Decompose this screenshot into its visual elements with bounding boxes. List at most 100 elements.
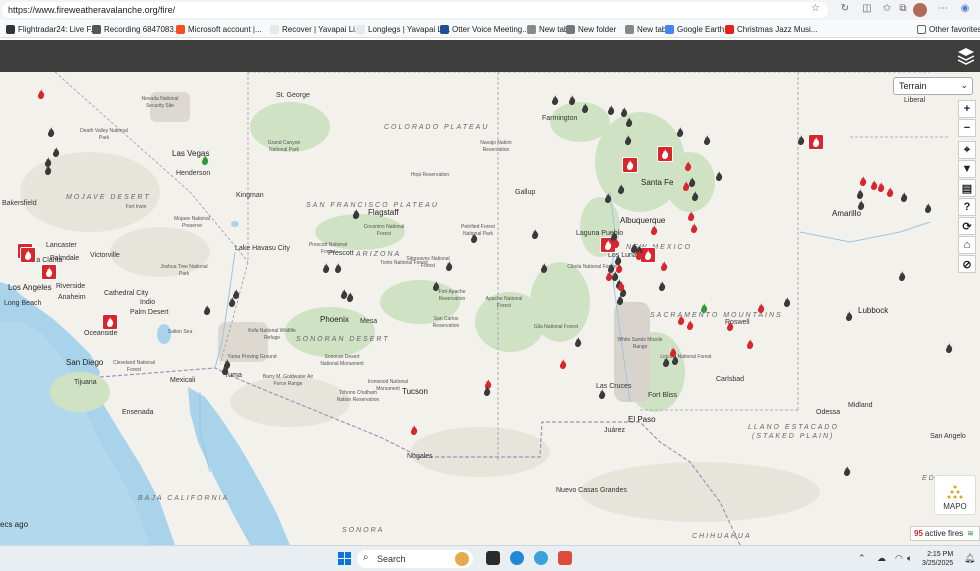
fire-marker[interactable] (783, 294, 791, 307)
fire-marker[interactable] (620, 104, 628, 117)
locate-me-button[interactable]: ⌖ (958, 141, 976, 159)
mapo-logo[interactable]: MAPO (934, 475, 976, 515)
fire-marker[interactable] (797, 132, 805, 145)
bookmark-item[interactable]: Google Earth (665, 23, 724, 35)
fire-marker[interactable] (470, 230, 478, 243)
favorites-icon[interactable]: ✩ (880, 3, 894, 14)
url-bar[interactable]: https://www.fireweatheravalanche.org/fir… (2, 2, 828, 18)
fire-marker[interactable] (551, 92, 559, 105)
fire-marker[interactable] (945, 340, 953, 353)
zoom-out-button[interactable]: − (958, 119, 976, 137)
large-fire-marker[interactable] (41, 264, 57, 280)
fire-marker[interactable] (700, 300, 708, 313)
fire-marker[interactable] (877, 179, 885, 192)
fire-marker[interactable] (201, 152, 209, 165)
profile-avatar[interactable] (913, 3, 927, 17)
fire-marker[interactable] (684, 158, 692, 171)
fire-marker[interactable] (845, 308, 853, 321)
fire-marker[interactable] (688, 174, 696, 187)
notifications-icon[interactable]: 🔔︎ (964, 553, 975, 564)
fire-marker[interactable] (857, 197, 865, 210)
bookmark-item[interactable]: Recover | Yavapai Li... (270, 23, 362, 35)
fire-marker[interactable] (686, 317, 694, 330)
favorite-star-icon[interactable]: ☆ (811, 3, 820, 14)
bookmark-item[interactable]: Longlegs | Yavapai Li... (356, 23, 450, 35)
fire-marker[interactable] (757, 300, 765, 313)
zoom-in-button[interactable]: + (958, 100, 976, 118)
active-fires-counter[interactable]: 95 active fires ≋ (910, 526, 980, 541)
fire-marker[interactable] (322, 260, 330, 273)
fire-marker[interactable] (703, 132, 711, 145)
list-button[interactable]: ▤ (958, 179, 976, 197)
edge-icon[interactable] (510, 551, 524, 565)
fire-marker[interactable] (540, 260, 548, 273)
system-clock[interactable]: 2:15 PM 3/25/2025 (922, 550, 953, 568)
fire-marker[interactable] (44, 162, 52, 175)
bookmark-item[interactable]: Microsoft account |... (176, 23, 262, 35)
fire-marker[interactable] (726, 318, 734, 331)
fire-marker[interactable] (352, 206, 360, 219)
copilot-icon[interactable]: ◉ (958, 3, 972, 14)
fire-marker[interactable] (691, 188, 699, 201)
fire-marker[interactable] (650, 222, 658, 235)
bookmark-item[interactable]: Christmas Jazz Musi... (725, 23, 817, 35)
cloud-icon[interactable]: ☁ (877, 553, 886, 564)
fire-marker[interactable] (581, 100, 589, 113)
fire-marker[interactable] (856, 186, 864, 199)
fire-marker[interactable] (531, 226, 539, 239)
fire-marker[interactable] (671, 352, 679, 365)
fire-marker[interactable] (746, 336, 754, 349)
fire-marker[interactable] (843, 463, 851, 476)
basemap-select[interactable]: Terrain ⌄ (893, 77, 973, 95)
fire-marker[interactable] (625, 114, 633, 127)
fire-marker[interactable] (432, 278, 440, 291)
fire-marker[interactable] (605, 268, 613, 281)
fire-marker[interactable] (615, 260, 623, 273)
windows-start-icon[interactable] (338, 552, 351, 565)
fire-marker[interactable] (617, 278, 625, 291)
fire-marker[interactable] (568, 92, 576, 105)
fire-marker[interactable] (617, 181, 625, 194)
agency-button[interactable]: ⌂ (958, 236, 976, 254)
reload-icon[interactable]: ↻ (838, 3, 852, 14)
fire-marker[interactable] (612, 235, 620, 248)
earth-app-icon[interactable] (534, 551, 548, 565)
snip-tool-icon[interactable] (558, 551, 572, 565)
fire-marker[interactable] (203, 302, 211, 315)
fire-marker[interactable] (900, 189, 908, 202)
wifi-tray-icon[interactable]: ◠ (895, 553, 903, 564)
fire-marker[interactable] (228, 294, 236, 307)
fire-marker[interactable] (346, 289, 354, 302)
fire-marker[interactable] (690, 220, 698, 233)
fire-marker[interactable] (677, 312, 685, 325)
filter-button[interactable]: ▼ (958, 160, 976, 178)
bookmark-item[interactable]: Otter Voice Meeting... (440, 23, 529, 35)
fire-marker[interactable] (660, 258, 668, 271)
fire-marker[interactable] (924, 200, 932, 213)
tray-chevron-icon[interactable]: ⌃ (858, 553, 866, 564)
fire-marker[interactable] (676, 124, 684, 137)
fire-marker[interactable] (221, 362, 229, 375)
fire-marker[interactable] (604, 190, 612, 203)
fire-marker[interactable] (607, 102, 615, 115)
large-fire-marker[interactable] (102, 314, 118, 330)
other-favorites[interactable]: Other favorites (917, 23, 980, 35)
fire-marker[interactable] (715, 168, 723, 181)
large-fire-marker[interactable] (657, 146, 673, 162)
taskbar-search[interactable]: ⌕ Search (357, 550, 473, 568)
fire-map[interactable]: Las Vegas Henderson Bakersfield Lancaster Pa… (0, 72, 980, 545)
fire-marker[interactable] (334, 260, 342, 273)
fire-marker[interactable] (559, 356, 567, 369)
fire-marker[interactable] (658, 278, 666, 291)
more-menu-icon[interactable]: ⋯ (936, 3, 950, 14)
fire-marker[interactable] (898, 268, 906, 281)
fire-marker[interactable] (635, 247, 643, 260)
fire-marker[interactable] (616, 292, 624, 305)
fire-marker[interactable] (662, 354, 670, 367)
bookmark-item[interactable]: New tab (625, 23, 666, 35)
help-button[interactable]: ? (958, 198, 976, 216)
large-fire-marker[interactable] (808, 134, 824, 150)
fire-marker[interactable] (52, 144, 60, 157)
collections-icon[interactable]: ⧉ (896, 3, 910, 14)
split-screen-icon[interactable]: ◫ (860, 3, 874, 14)
